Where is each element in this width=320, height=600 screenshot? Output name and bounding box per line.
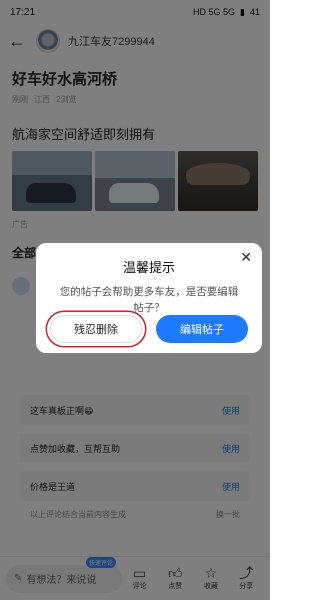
dialog-title: 温馨提示 [122, 260, 175, 275]
prompt-dialog: 温馨提示 ✕ 您的帖子会帮助更多车友，是否要编辑帖子？ 残忍删除 编辑帖子 [36, 243, 262, 353]
delete-button[interactable]: 残忍删除 [50, 315, 142, 343]
edit-post-button[interactable]: 编辑帖子 [156, 315, 248, 343]
dialog-buttons: 残忍删除 编辑帖子 [36, 315, 262, 343]
dialog-message: 您的帖子会帮助更多车友，是否要编辑帖子？ [59, 286, 239, 314]
close-icon[interactable]: ✕ [240, 249, 252, 266]
